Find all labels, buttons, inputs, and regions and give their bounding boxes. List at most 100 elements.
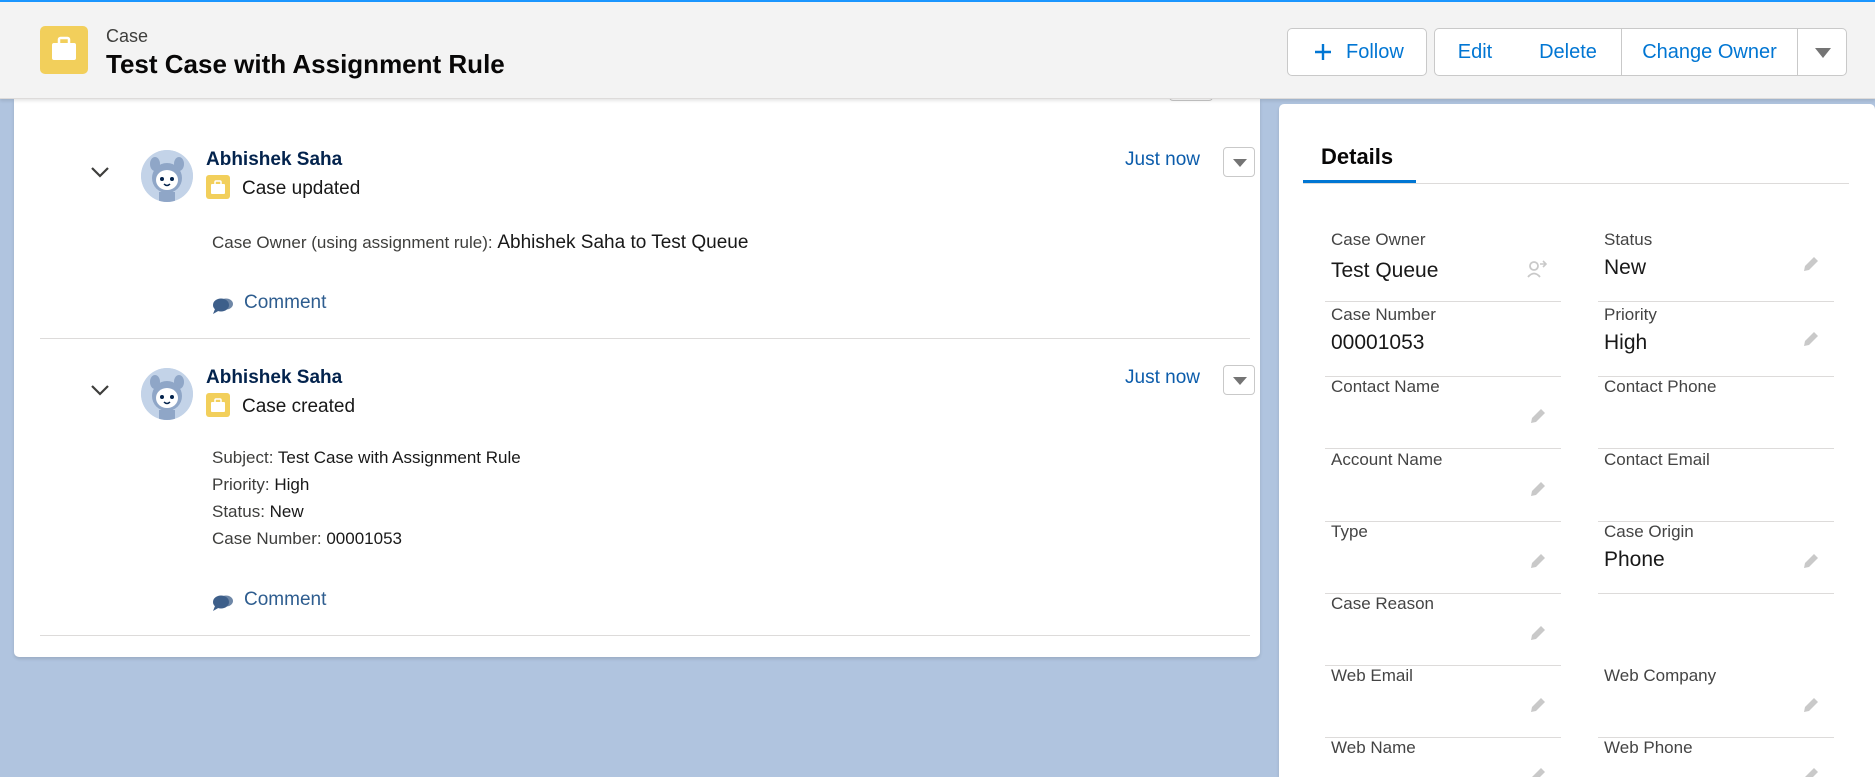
field-label: Status: (212, 502, 265, 521)
field-label: Contact Name (1331, 377, 1440, 396)
field-label: Status (1604, 230, 1653, 249)
comment-icon (213, 595, 233, 611)
field-label: Case Owner (1331, 230, 1426, 249)
details-panel: Details Case Owner Test Queue Status New… (1279, 104, 1875, 777)
created-field-priority: Priority: High (212, 475, 309, 495)
field-value: New (269, 502, 304, 521)
feed-divider (40, 338, 1250, 339)
collapse-chevron-icon[interactable] (90, 166, 110, 178)
field-contact-email: Contact Email (1598, 450, 1834, 522)
created-field-subject: Subject: Test Case with Assignment Rule (212, 448, 521, 468)
field-web-phone: Web Phone (1598, 738, 1834, 777)
field-label: Case Origin (1604, 522, 1694, 541)
page-title: Test Case with Assignment Rule (106, 49, 505, 79)
change-label: Case Owner (using assignment rule): (212, 233, 493, 252)
field-case-origin: Case Origin Phone (1598, 522, 1834, 594)
pencil-icon[interactable] (1802, 330, 1820, 348)
feed-timestamp[interactable]: Just now (1125, 367, 1200, 389)
field-case-reason: Case Reason (1325, 594, 1561, 666)
chevron-down-icon (1815, 48, 1831, 58)
field-web-email: Web Email (1325, 666, 1561, 738)
pencil-icon[interactable] (1529, 552, 1547, 570)
record-header: Case Test Case with Assignment Rule Foll… (0, 2, 1875, 99)
pencil-icon[interactable] (1529, 407, 1547, 425)
feed-action: Case updated (242, 178, 361, 199)
field-case-owner: Case Owner Test Queue (1325, 230, 1561, 302)
field-label: Type (1331, 522, 1368, 541)
field-value: Test Case with Assignment Rule (277, 448, 521, 467)
more-actions-button[interactable] (1797, 28, 1847, 76)
feed-item-menu-button[interactable] (1223, 365, 1255, 395)
activity-feed: Abhishek Saha Case updated Just now Case… (14, 95, 1260, 657)
field-label: Subject: (212, 448, 274, 467)
comment-label: Comment (244, 292, 327, 313)
change-value: Abhishek Saha to Test Queue (497, 232, 749, 253)
field-label: Case Number: (212, 529, 322, 548)
pencil-icon[interactable] (1802, 552, 1820, 570)
field-label: Web Phone (1604, 738, 1693, 757)
pencil-icon[interactable] (1529, 766, 1547, 777)
case-icon (206, 393, 230, 417)
field-label: Case Number (1331, 305, 1436, 324)
comment-label: Comment (244, 589, 327, 610)
avatar[interactable] (141, 368, 193, 420)
field-label: Account Name (1331, 450, 1443, 469)
field-account-name: Account Name (1325, 450, 1561, 522)
created-field-status: Status: New (212, 502, 304, 522)
change-owner-button[interactable]: Change Owner (1621, 28, 1798, 76)
field-priority: Priority High (1598, 305, 1834, 377)
follow-button-label: Follow (1346, 41, 1404, 63)
field-label: Priority (1604, 305, 1657, 324)
created-field-case-number: Case Number: 00001053 (212, 529, 402, 549)
field-case-number: Case Number 00001053 (1325, 305, 1561, 377)
field-web-company: Web Company (1598, 666, 1834, 738)
actor-name[interactable]: Abhishek Saha (206, 149, 342, 171)
object-label: Case (106, 26, 149, 46)
pencil-icon[interactable] (1802, 766, 1820, 777)
chevron-down-icon (1233, 377, 1247, 385)
comment-icon (213, 298, 233, 314)
change-owner-icon[interactable] (1527, 260, 1547, 278)
delete-button[interactable]: Delete (1515, 28, 1622, 76)
field-web-name: Web Name (1325, 738, 1561, 777)
field-status: Status New (1598, 230, 1834, 302)
case-icon (206, 175, 230, 199)
pencil-icon[interactable] (1529, 480, 1547, 498)
field-label: Web Name (1331, 738, 1416, 757)
pencil-icon[interactable] (1802, 696, 1820, 714)
field-type: Type (1325, 522, 1561, 594)
feed-item-menu-button[interactable] (1223, 147, 1255, 177)
field-value: High (1604, 331, 1648, 354)
field-label: Contact Email (1604, 450, 1710, 469)
field-label: Web Email (1331, 666, 1413, 685)
field-value: 00001053 (326, 529, 402, 548)
edit-button[interactable]: Edit (1434, 28, 1516, 76)
tab-divider (1303, 183, 1849, 184)
case-icon (40, 26, 88, 74)
tab-details[interactable]: Details (1321, 144, 1393, 170)
field-contact-name: Contact Name (1325, 377, 1561, 449)
plus-icon (1315, 44, 1331, 60)
field-value: Phone (1604, 548, 1665, 571)
feed-timestamp[interactable]: Just now (1125, 149, 1200, 171)
field-label: Case Reason (1331, 594, 1435, 613)
field-contact-phone: Contact Phone (1598, 377, 1834, 449)
field-label: Contact Phone (1604, 377, 1717, 396)
field-value: New (1604, 256, 1647, 279)
follow-button[interactable]: Follow (1287, 28, 1427, 76)
chevron-down-icon (1233, 159, 1247, 167)
field-value[interactable]: Test Queue (1331, 259, 1438, 283)
pencil-icon[interactable] (1529, 696, 1547, 714)
feed-action: Case created (242, 396, 356, 417)
pencil-icon[interactable] (1529, 624, 1547, 642)
field-value: 00001053 (1331, 331, 1425, 354)
actor-name[interactable]: Abhishek Saha (206, 367, 342, 389)
collapse-chevron-icon[interactable] (90, 384, 110, 396)
feed-divider (40, 635, 1250, 636)
pencil-icon[interactable] (1802, 255, 1820, 273)
field-label: Web Company (1604, 666, 1717, 685)
change-line: Case Owner (using assignment rule): Abhi… (212, 232, 748, 254)
field-label: Priority: (212, 475, 270, 494)
avatar[interactable] (141, 150, 193, 202)
field-value: High (274, 475, 310, 494)
